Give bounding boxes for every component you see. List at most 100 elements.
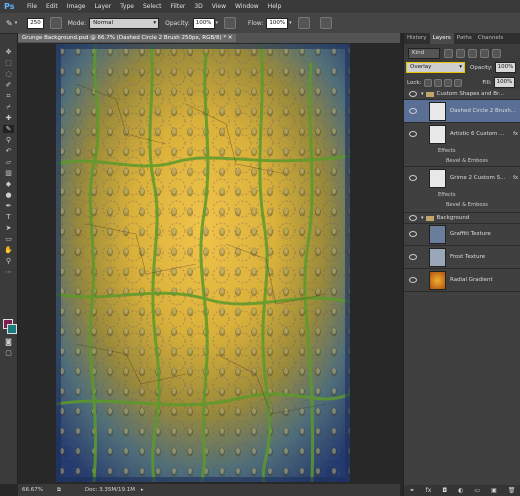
mask-icon[interactable]: ◘: [442, 487, 447, 494]
move-tool-icon[interactable]: ✥: [3, 48, 14, 56]
filter-shape-icon[interactable]: [480, 49, 489, 58]
link-icon[interactable]: ⚭: [410, 487, 415, 494]
tab-layers[interactable]: Layers: [429, 33, 454, 44]
lock-all-icon[interactable]: [454, 78, 463, 87]
fill-field[interactable]: 100%: [493, 77, 516, 88]
lasso-tool-icon[interactable]: ◌: [3, 70, 14, 78]
chevron-down-icon[interactable]: ▾: [15, 20, 18, 26]
layer-opacity-field[interactable]: 100%: [494, 62, 517, 73]
new-layer-icon[interactable]: ▣: [491, 487, 497, 494]
pen-tool-icon[interactable]: ✒: [3, 202, 14, 210]
tab-history[interactable]: History: [404, 33, 430, 44]
bevel-emboss-effect[interactable]: Bevel & Emboss: [446, 158, 488, 164]
blur-tool-icon[interactable]: ◆: [3, 180, 14, 188]
eye-icon[interactable]: [409, 131, 417, 137]
chevron-down-icon[interactable]: ▾: [216, 20, 219, 26]
blend-mode-dropdown[interactable]: Overlay ▾: [406, 62, 465, 73]
quick-select-tool-icon[interactable]: ✐: [3, 81, 14, 89]
layer-artistic-6[interactable]: Artistic 6 Custom ... fx: [404, 123, 520, 145]
shape-tool-icon[interactable]: ▭: [3, 235, 14, 243]
fx-icon[interactable]: fx: [513, 131, 518, 137]
dodge-tool-icon[interactable]: ●: [3, 191, 14, 199]
quick-mask-icon[interactable]: ◙: [3, 338, 14, 346]
close-icon[interactable]: ✕: [228, 35, 233, 41]
path-select-tool-icon[interactable]: ➤: [3, 224, 14, 232]
zoom-level[interactable]: 66.67%: [22, 487, 43, 493]
eye-icon[interactable]: [409, 108, 417, 114]
fx-icon[interactable]: fx: [426, 487, 432, 494]
chevron-down-icon[interactable]: ▾: [421, 215, 424, 221]
eye-icon[interactable]: [409, 215, 417, 221]
eye-icon[interactable]: [409, 91, 417, 97]
gradient-tool-icon[interactable]: ▥: [3, 169, 14, 177]
layer-radial-gradient[interactable]: Radial Gradient: [404, 269, 520, 292]
chevron-right-icon[interactable]: ▸: [141, 487, 144, 493]
menu-filter[interactable]: Filter: [171, 3, 186, 10]
eraser-tool-icon[interactable]: ▱: [3, 158, 14, 166]
menu-help[interactable]: Help: [268, 3, 282, 10]
fx-icon[interactable]: fx: [513, 175, 518, 181]
healing-tool-icon[interactable]: ✚: [3, 114, 14, 122]
kind-filter-dropdown[interactable]: Kind: [408, 48, 440, 59]
chevron-down-icon[interactable]: ▾: [421, 91, 424, 97]
lock-pixels-icon[interactable]: [434, 78, 443, 87]
filter-type-icon[interactable]: [468, 49, 477, 58]
adjustment-icon[interactable]: ◐: [458, 487, 463, 494]
menu-select[interactable]: Select: [143, 3, 162, 10]
filter-pixel-icon[interactable]: [444, 49, 453, 58]
lock-position-icon[interactable]: [444, 78, 453, 87]
menu-window[interactable]: Window: [235, 3, 259, 10]
menu-image[interactable]: Image: [67, 3, 86, 10]
folder-icon[interactable]: ▭: [474, 487, 480, 494]
eye-icon[interactable]: [409, 254, 417, 260]
bevel-emboss-effect[interactable]: Bevel & Emboss: [446, 202, 488, 208]
layer-group-custom-shapes[interactable]: ▾ Custom Shapes and Br...: [404, 89, 520, 100]
eyedropper-tool-icon[interactable]: ⌿: [3, 103, 14, 111]
brush-size-field[interactable]: 250: [27, 17, 44, 29]
menu-edit[interactable]: Edit: [46, 3, 58, 10]
zoom-tool-icon[interactable]: ⚲: [3, 257, 14, 265]
layer-frost-texture[interactable]: Frost Texture: [404, 246, 520, 269]
pressure-size-icon[interactable]: [319, 17, 332, 29]
chevron-down-icon[interactable]: ▾: [289, 20, 292, 26]
menu-view[interactable]: View: [212, 3, 226, 10]
layer-graffiti-texture[interactable]: Graffiti Texture: [404, 223, 520, 246]
menu-type[interactable]: Type: [120, 3, 134, 10]
more-tools-icon[interactable]: ⋯: [3, 268, 14, 276]
tools-panel: ✥ ⬚ ◌ ✐ ⌗ ⌿ ✚ ✎ ⚲ ↶ ▱ ▥ ◆ ● ✒ T ➤ ▭ ✋ ⚲ …: [0, 34, 18, 484]
menu-3d[interactable]: 3D: [194, 3, 202, 10]
background-color-swatch[interactable]: [7, 324, 17, 334]
lock-transparency-icon[interactable]: [424, 78, 433, 87]
eye-icon[interactable]: [409, 277, 417, 283]
tab-channels[interactable]: Channels: [475, 33, 506, 44]
marquee-tool-icon[interactable]: ⬚: [3, 59, 14, 67]
layer-grime-2[interactable]: Grime 2 Custom S... fx: [404, 166, 520, 189]
brush-tool-icon[interactable]: ✎: [6, 19, 13, 28]
pressure-opacity-icon[interactable]: [224, 17, 237, 29]
tab-paths[interactable]: Paths: [454, 33, 475, 44]
type-tool-icon[interactable]: T: [3, 213, 14, 221]
screen-mode-icon[interactable]: ▢: [3, 349, 14, 357]
menu-layer[interactable]: Layer: [94, 3, 111, 10]
filter-smart-icon[interactable]: [492, 49, 501, 58]
eye-icon[interactable]: [409, 175, 417, 181]
brush-tool-icon[interactable]: ✎: [3, 125, 14, 133]
brush-panel-icon[interactable]: [49, 17, 62, 29]
filter-adjustment-icon[interactable]: [456, 49, 465, 58]
eye-icon[interactable]: [409, 231, 417, 237]
airbrush-icon[interactable]: [297, 17, 310, 29]
clone-stamp-tool-icon[interactable]: ⚲: [3, 136, 14, 144]
mode-dropdown[interactable]: Normal ▾: [89, 17, 160, 29]
layer-thumbnail: [429, 224, 446, 244]
flow-field[interactable]: 100%: [266, 17, 289, 29]
history-brush-tool-icon[interactable]: ↶: [3, 147, 14, 155]
export-icon[interactable]: ⧉: [57, 487, 61, 494]
layer-dashed-circle[interactable]: Dashed Circle 2 Brush...: [404, 100, 520, 123]
crop-tool-icon[interactable]: ⌗: [3, 92, 14, 100]
opacity-field[interactable]: 100%: [192, 17, 215, 29]
hand-tool-icon[interactable]: ✋: [3, 246, 14, 254]
trash-icon[interactable]: 🗑: [508, 487, 516, 494]
document-tab[interactable]: Grunge Background.psd @ 66.7% (Dashed Ci…: [18, 34, 237, 42]
menu-file[interactable]: File: [27, 3, 37, 10]
document-canvas[interactable]: [56, 44, 350, 482]
